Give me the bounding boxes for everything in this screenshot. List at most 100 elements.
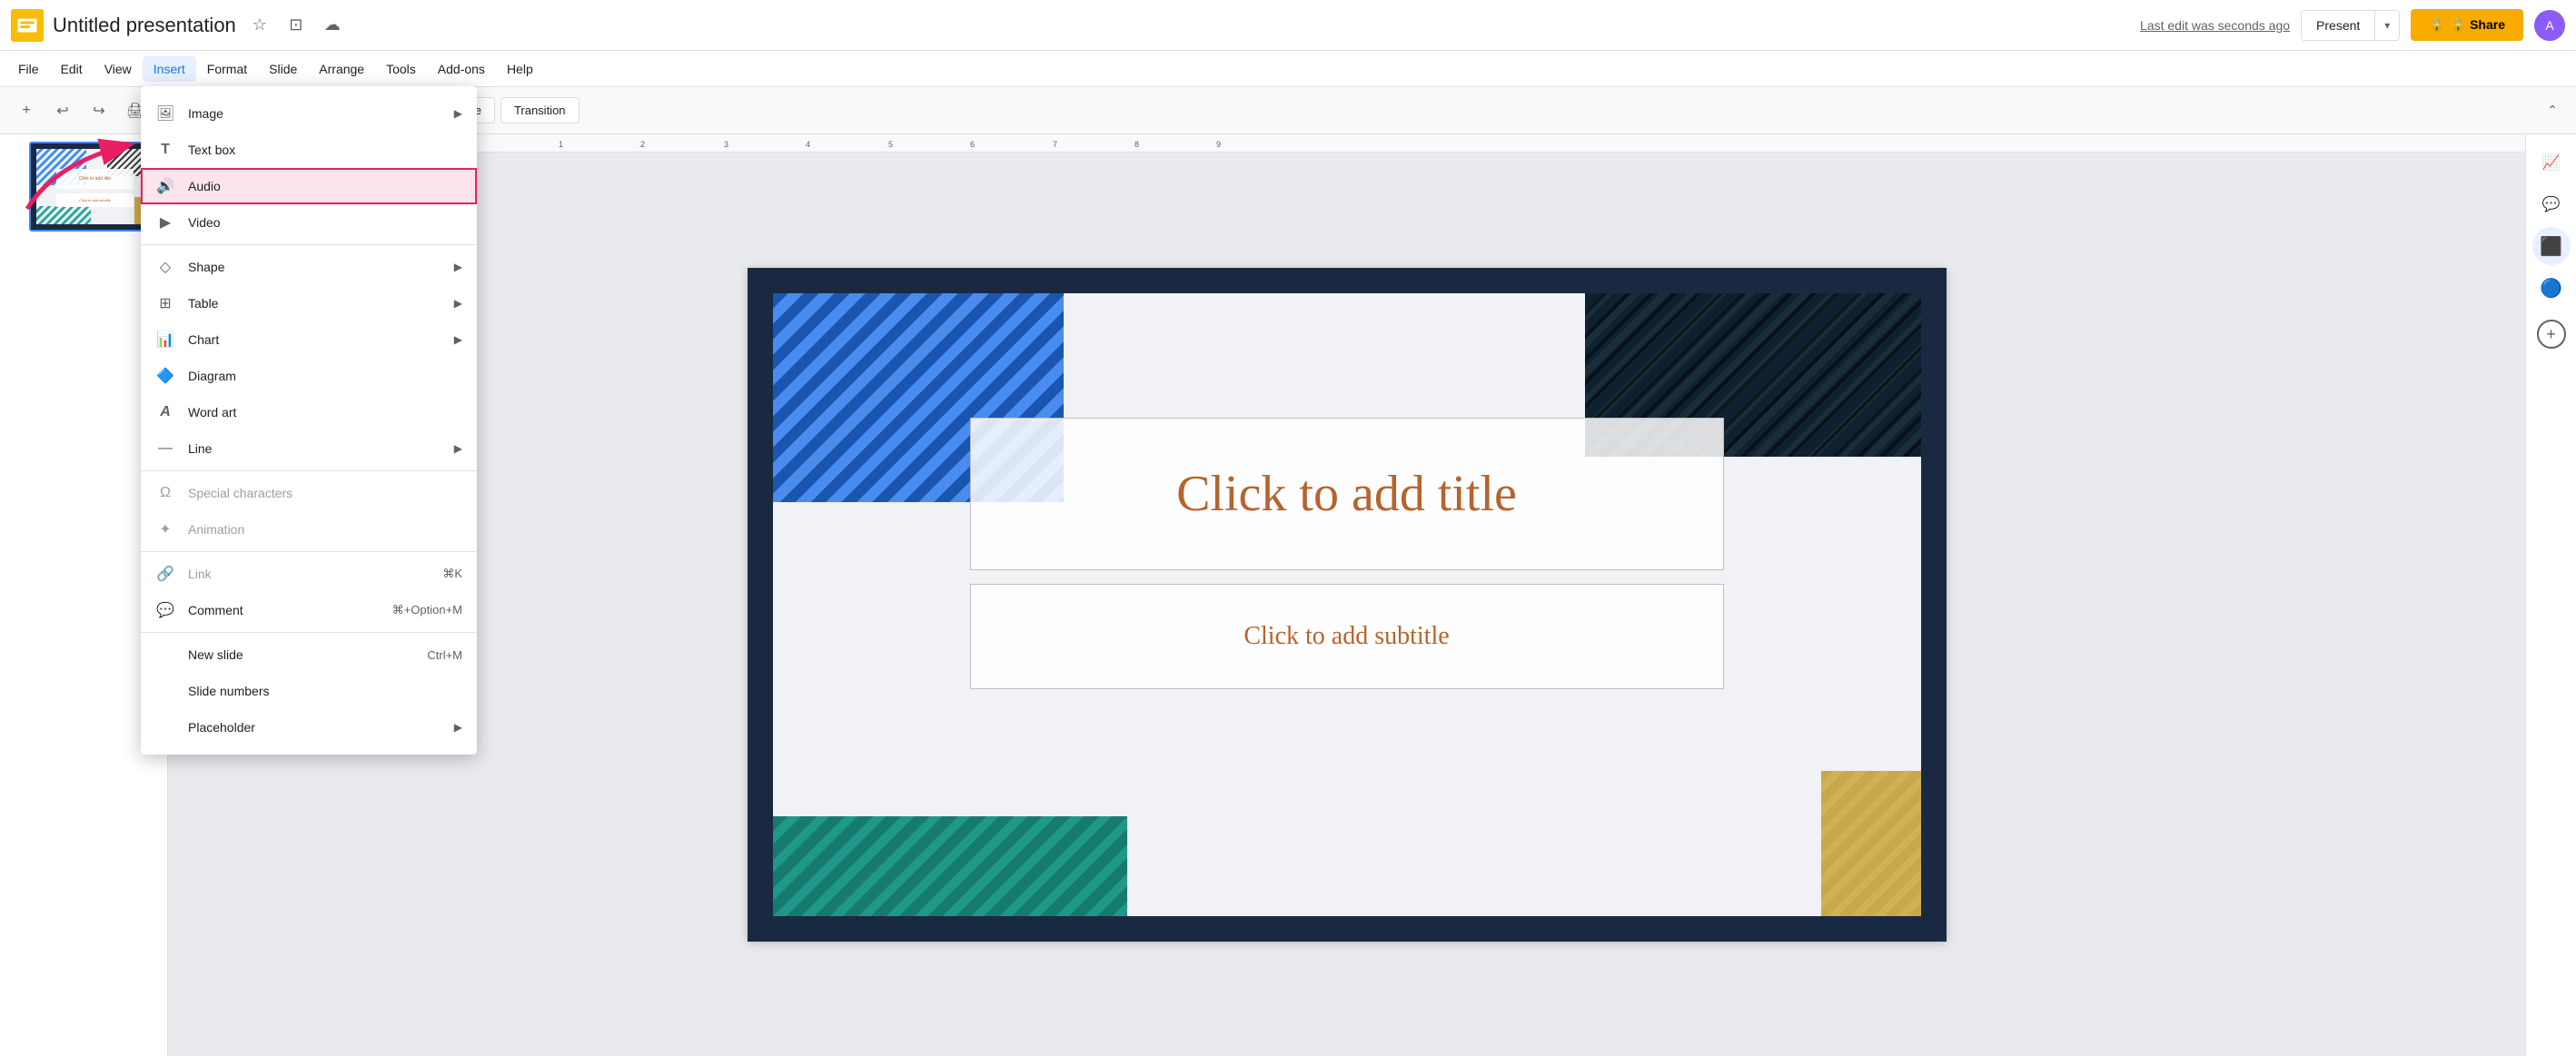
menu-item-textbox[interactable]: T Text box	[141, 132, 477, 168]
slide-viewport[interactable]: Click to add title Click to add subtitle	[168, 153, 2525, 1056]
right-sidebar-icon-2[interactable]: 💬	[2532, 185, 2571, 223]
svg-text:1: 1	[559, 140, 563, 149]
toolbar-new-btn[interactable]: +	[11, 95, 42, 126]
textbox-label: Text box	[188, 143, 462, 157]
subtitle-textbox[interactable]: Click to add subtitle	[970, 584, 1724, 689]
chart-label: Chart	[188, 332, 454, 347]
placeholder-label: Placeholder	[188, 720, 454, 735]
shape-arrow-icon: ▶	[454, 261, 462, 273]
menu-item-chart[interactable]: 📊 Chart ▶	[141, 321, 477, 358]
toolbar-redo-btn[interactable]: ↪	[84, 95, 114, 126]
present-main-label[interactable]: Present	[2302, 11, 2375, 40]
menu-item-comment[interactable]: 💬 Comment ⌘+Option+M	[141, 592, 477, 628]
menu-item-placeholder[interactable]: Placeholder ▶	[141, 709, 477, 745]
table-arrow-icon: ▶	[454, 297, 462, 310]
document-title[interactable]: Untitled presentation	[53, 14, 236, 37]
diagram-label: Diagram	[188, 369, 462, 383]
menu-section-1: 🖼 Image ▶ T Text box 🔊 Audio ▶ Video	[141, 92, 477, 245]
menu-item-wordart[interactable]: A Word art	[141, 394, 477, 430]
special-chars-label: Special characters	[188, 486, 462, 500]
menu-item-line[interactable]: — Line ▶	[141, 430, 477, 467]
title-placeholder-text[interactable]: Click to add title	[1176, 465, 1517, 523]
collapse-toolbar-button[interactable]: ⌃	[2540, 98, 2565, 123]
menu-section-4: 🔗 Link ⌘K 💬 Comment ⌘+Option+M	[141, 552, 477, 633]
menu-item-diagram[interactable]: 🔷 Diagram	[141, 358, 477, 394]
share-button[interactable]: 🔒 🔒 Share	[2411, 9, 2523, 41]
slide-thumb-inner: Click to add title Click to add subtitle	[31, 143, 158, 230]
menu-item-table[interactable]: ⊞ Table ▶	[141, 285, 477, 321]
menu-file[interactable]: File	[7, 56, 50, 82]
table-icon: ⊞	[155, 293, 175, 313]
wordart-icon: A	[155, 402, 175, 422]
shape-icon: ◇	[155, 257, 175, 277]
audio-label: Audio	[188, 179, 462, 193]
insert-dropdown-menu: 🖼 Image ▶ T Text box 🔊 Audio ▶ Video ◇ S…	[141, 86, 477, 755]
menu-arrange[interactable]: Arrange	[308, 56, 375, 82]
menu-item-link[interactable]: 🔗 Link ⌘K	[141, 556, 477, 592]
slide-numbers-label: Slide numbers	[188, 684, 462, 698]
transition-button[interactable]: Transition	[500, 97, 580, 123]
menu-insert[interactable]: Insert	[143, 56, 196, 82]
canvas-container: 1 2 3 4 5 6 7 8 9	[168, 134, 2525, 1056]
svg-text:4: 4	[806, 140, 810, 149]
menu-format[interactable]: Format	[196, 56, 258, 82]
animation-icon: ✦	[155, 519, 175, 539]
present-dropdown-arrow[interactable]: ▾	[2375, 12, 2399, 39]
slide-canvas[interactable]: Click to add title Click to add subtitle	[748, 268, 1947, 942]
right-sidebar-icon-3[interactable]: ⬛	[2532, 227, 2571, 265]
folder-button[interactable]: ⊡	[282, 11, 311, 40]
placeholder-icon	[155, 717, 175, 737]
chart-icon: 📊	[155, 330, 175, 350]
placeholder-arrow-icon: ▶	[454, 721, 462, 734]
slide-list-item-1: 1 Click to add title	[7, 142, 160, 232]
chart-arrow-icon: ▶	[454, 333, 462, 346]
subtitle-placeholder-text[interactable]: Click to add subtitle	[1243, 622, 1449, 651]
right-sidebar-icon-4[interactable]: 🔵	[2532, 269, 2571, 307]
menu-item-animation[interactable]: ✦ Animation	[141, 511, 477, 548]
slide-frame-left	[748, 268, 773, 942]
svg-text:2: 2	[640, 140, 645, 149]
textbox-icon: T	[155, 140, 175, 160]
menu-item-image[interactable]: 🖼 Image ▶	[141, 95, 477, 132]
menu-tools[interactable]: Tools	[375, 56, 427, 82]
svg-text:8: 8	[1134, 140, 1139, 149]
menu-slide[interactable]: Slide	[258, 56, 308, 82]
diagram-icon: 🔷	[155, 366, 175, 386]
table-label: Table	[188, 296, 454, 311]
app-logo[interactable]	[11, 9, 44, 42]
link-icon: 🔗	[155, 564, 175, 584]
horizontal-ruler: 1 2 3 4 5 6 7 8 9	[168, 134, 2525, 153]
slide-numbers-icon	[155, 681, 175, 701]
present-button-group[interactable]: Present ▾	[2301, 10, 2400, 41]
cloud-button[interactable]: ☁	[318, 11, 347, 40]
lock-icon: 🔒	[2429, 17, 2444, 33]
menu-help[interactable]: Help	[496, 56, 544, 82]
slide-frame-bottom	[748, 916, 1947, 942]
title-bar: Untitled presentation ☆ ⊡ ☁ Last edit wa…	[0, 0, 2576, 51]
image-icon: 🖼	[155, 104, 175, 123]
menu-section-5: New slide Ctrl+M Slide numbers Placehold…	[141, 633, 477, 749]
last-edit-text[interactable]: Last edit was seconds ago	[2140, 18, 2290, 33]
image-arrow-icon: ▶	[454, 107, 462, 120]
menu-addons[interactable]: Add-ons	[427, 56, 496, 82]
title-textbox[interactable]: Click to add title	[970, 418, 1724, 570]
menu-item-audio[interactable]: 🔊 Audio	[141, 168, 477, 204]
right-sidebar-icon-1[interactable]: 📈	[2532, 143, 2571, 182]
special-chars-icon: Ω	[155, 483, 175, 503]
user-avatar[interactable]: A	[2534, 10, 2565, 41]
menu-item-slide-numbers[interactable]: Slide numbers	[141, 673, 477, 709]
slide-frame-right	[1921, 268, 1947, 942]
menu-item-new-slide[interactable]: New slide Ctrl+M	[141, 637, 477, 673]
right-sidebar-add-button[interactable]: +	[2537, 320, 2566, 349]
menu-view[interactable]: View	[94, 56, 143, 82]
menu-item-special-chars[interactable]: Ω Special characters	[141, 475, 477, 511]
svg-text:A: A	[2545, 18, 2554, 33]
right-sidebar: 📈 💬 ⬛ 🔵 +	[2525, 134, 2576, 1056]
svg-text:3: 3	[724, 140, 728, 149]
star-button[interactable]: ☆	[245, 11, 274, 40]
menu-item-shape[interactable]: ◇ Shape ▶	[141, 249, 477, 285]
toolbar-undo-btn[interactable]: ↩	[47, 95, 78, 126]
menu-item-video[interactable]: ▶ Video	[141, 204, 477, 241]
video-label: Video	[188, 215, 462, 230]
menu-edit[interactable]: Edit	[50, 56, 94, 82]
